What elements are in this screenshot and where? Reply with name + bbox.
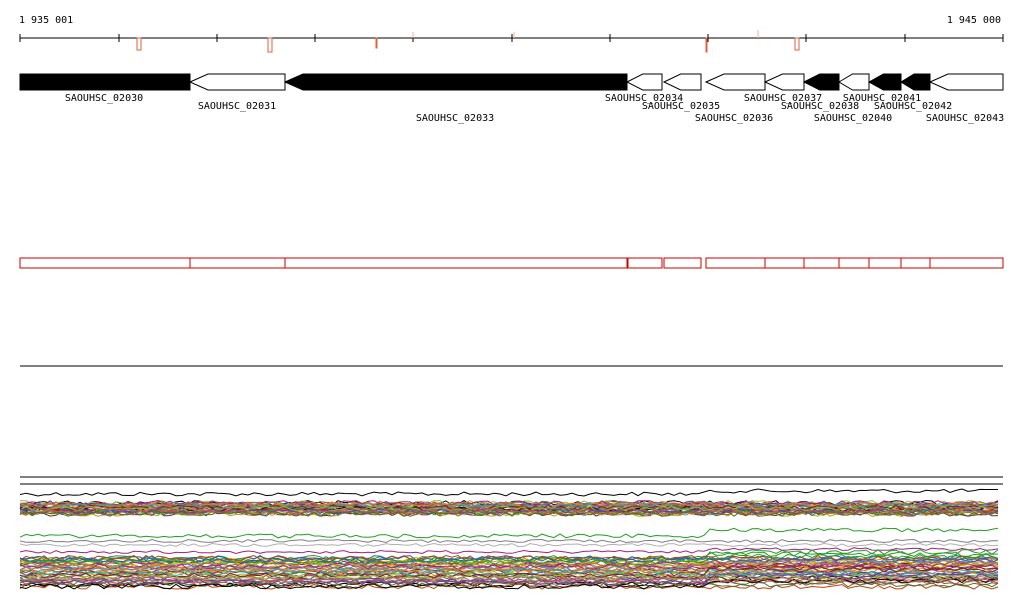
site-marker	[267, 37, 273, 53]
region-box[interactable]	[284, 257, 628, 269]
gene-arrow[interactable]	[19, 73, 191, 91]
region-box[interactable]	[705, 257, 766, 269]
gene-arrow[interactable]	[802, 73, 840, 91]
gene-track	[19, 73, 1004, 91]
region-box[interactable]	[929, 257, 1004, 269]
expression-line	[19, 488, 998, 497]
gene-label: SAOUHSC_02033	[416, 113, 494, 124]
coordinate-start-label: 1 935 001	[19, 15, 73, 26]
expression-line	[19, 542, 999, 548]
gene-arrow[interactable]	[867, 73, 902, 91]
site-marker	[705, 37, 708, 53]
site-marker	[375, 37, 378, 49]
gene-label: SAOUHSC_02036	[695, 113, 773, 124]
gene-arrow[interactable]	[625, 73, 663, 91]
gene-label: SAOUHSC_02035	[642, 101, 720, 112]
region-box[interactable]	[803, 257, 840, 269]
gene-arrow[interactable]	[188, 73, 286, 91]
expression-line	[19, 547, 999, 555]
region-box[interactable]	[838, 257, 870, 269]
region-box[interactable]	[189, 257, 286, 269]
gene-arrow[interactable]	[928, 73, 1004, 91]
gene-label: SAOUHSC_02040	[814, 113, 892, 124]
gene-arrow[interactable]	[838, 73, 870, 91]
gene-label: SAOUHSC_02030	[65, 93, 143, 104]
gene-arrow[interactable]	[704, 73, 766, 91]
gene-label: SAOUHSC_02031	[198, 101, 276, 112]
expression-profile-track	[19, 488, 999, 590]
gene-arrow[interactable]	[662, 73, 702, 91]
region-track	[19, 257, 1004, 269]
region-box[interactable]	[627, 257, 663, 269]
expression-line	[19, 527, 999, 539]
genome-browser: 1 935 001 1 945 000 SAOUHSC_02030SAOUHSC…	[19, 15, 1004, 590]
region-box[interactable]	[19, 257, 191, 269]
gene-label: SAOUHSC_02042	[874, 101, 952, 112]
gene-arrow[interactable]	[900, 73, 931, 91]
gene-label: SAOUHSC_02043	[926, 113, 1004, 124]
site-markers	[136, 30, 800, 53]
gene-labels: SAOUHSC_02030 SAOUHSC_02031 SAOUHSC_02033 S…	[65, 93, 1004, 124]
gene-arrow[interactable]	[763, 73, 805, 91]
gene-arrow[interactable]	[283, 73, 628, 91]
region-box[interactable]	[868, 257, 902, 269]
coordinate-end-label: 1 945 000	[947, 15, 1001, 26]
region-box[interactable]	[663, 257, 702, 269]
site-marker	[136, 37, 142, 51]
region-box[interactable]	[900, 257, 931, 269]
region-box[interactable]	[764, 257, 805, 269]
site-marker	[794, 37, 800, 51]
expression-line	[19, 538, 999, 544]
